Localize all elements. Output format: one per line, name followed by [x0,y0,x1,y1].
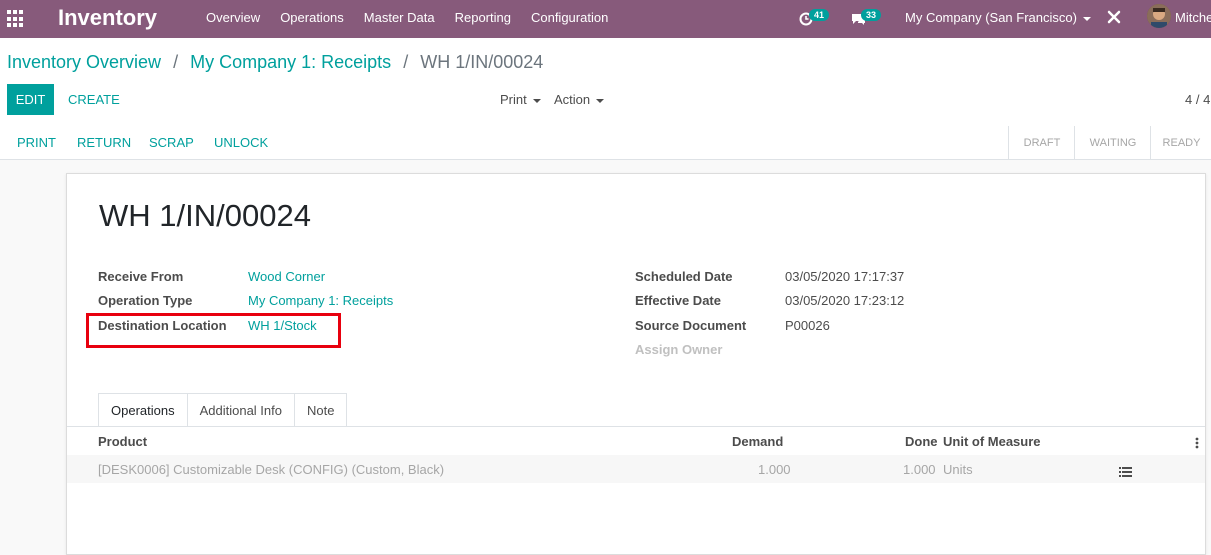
messages-chat-icon[interactable]: 33 [849,9,882,28]
company-name: My Company (San Francisco) [905,10,1077,25]
breadcrumb: Inventory Overview / My Company 1: Recei… [7,52,543,73]
tab-operations[interactable]: Operations [98,393,188,427]
company-switcher[interactable]: My Company (San Francisco) [905,10,1091,25]
unlock-button[interactable]: UNLOCK [214,135,268,150]
return-button[interactable]: RETURN [77,135,131,150]
field-label-source-document: Source Document [635,318,747,333]
activity-count-badge: 41 [809,9,830,21]
caret-down-icon [532,98,541,103]
caret-down-icon [596,98,605,103]
record-title: WH 1/IN/00024 [99,198,311,233]
field-receive-from[interactable]: Wood Corner [248,269,325,284]
top-navbar: Inventory Overview Operations Master Dat… [0,0,1211,38]
activity-clock-icon[interactable]: 41 [797,9,830,28]
cell-done: 1.000 [903,462,936,477]
action-dropdown[interactable]: Action [554,92,605,107]
menu-overview[interactable]: Overview [206,10,260,25]
cell-product: [DESK0006] Customizable Desk (CONFIG) (C… [98,462,445,477]
create-button[interactable]: CREATE [60,84,128,115]
print-button[interactable]: PRINT [17,135,56,150]
field-label-effective-date: Effective Date [635,293,721,308]
field-operation-type[interactable]: My Company 1: Receipts [248,293,393,308]
user-name[interactable]: Mitchell Admin [1175,10,1211,25]
menu-reporting[interactable]: Reporting [455,10,511,25]
cell-uom: Units [943,462,973,477]
tab-note[interactable]: Note [294,393,348,426]
column-demand[interactable]: Demand [732,434,783,449]
column-done[interactable]: Done [905,434,938,449]
table-header: Product Demand Done Unit of Measure [67,427,1205,455]
menu-configuration[interactable]: Configuration [531,10,608,25]
stage-waiting[interactable]: WAITING [1074,126,1151,159]
breadcrumb-separator: / [173,52,179,72]
field-effective-date: 03/05/2020 17:23:12 [785,293,905,308]
app-title[interactable]: Inventory [58,5,157,31]
breadcrumb-inventory-overview[interactable]: Inventory Overview [7,52,161,72]
debug-tools-icon[interactable] [1106,9,1122,25]
pager-value[interactable]: 4 / 4 [1185,92,1210,107]
print-label: Print [500,92,527,107]
user-avatar[interactable] [1147,4,1171,28]
scrap-button[interactable]: SCRAP [149,135,194,150]
menu-operations[interactable]: Operations [280,10,344,25]
stage-draft[interactable]: DRAFT [1008,126,1075,159]
table-row[interactable]: [DESK0006] Customizable Desk (CONFIG) (C… [67,455,1205,483]
cell-demand: 1.000 [758,462,791,477]
messages-count-badge: 33 [861,9,882,21]
breadcrumb-separator: / [403,52,409,72]
main-menu: Overview Operations Master Data Reportin… [206,10,628,25]
breadcrumb-current: WH 1/IN/00024 [420,52,544,72]
systray: 41 33 [797,6,882,32]
notebook-tabs: Operations Additional Info Note [98,393,348,427]
column-product[interactable]: Product [98,434,147,449]
apps-grid-icon[interactable] [7,10,25,28]
caret-down-icon [1082,16,1091,21]
control-panel: Inventory Overview / My Company 1: Recei… [0,38,1211,127]
field-source-document: P00026 [785,318,830,333]
stage-ready-label: READY [1162,136,1201,149]
highlight-box [86,313,341,348]
menu-master-data[interactable]: Master Data [364,10,435,25]
field-label-assign-owner[interactable]: Assign Owner [635,342,722,357]
optional-columns-kebab-icon[interactable] [1195,436,1199,449]
edit-button[interactable]: EDIT [7,84,54,115]
breadcrumb-receipts[interactable]: My Company 1: Receipts [190,52,391,72]
action-label: Action [554,92,591,107]
form-sheet: WH 1/IN/00024 Receive From Wood Corner O… [66,173,1206,555]
field-scheduled-date: 03/05/2020 17:17:37 [785,269,905,284]
form-statusbar: PRINT RETURN SCRAP UNLOCK DRAFT WAITING … [0,126,1211,160]
column-unit-of-measure[interactable]: Unit of Measure [943,434,1041,449]
stage-ready[interactable]: READY [1150,126,1211,159]
detailed-operations-list-icon[interactable] [1119,464,1132,477]
field-label-operation-type: Operation Type [98,293,193,308]
field-label-receive-from: Receive From [98,269,184,284]
tab-additional-info[interactable]: Additional Info [186,393,295,426]
field-label-scheduled-date: Scheduled Date [635,269,733,284]
stage-waiting-label: WAITING [1089,136,1137,149]
print-dropdown[interactable]: Print [500,92,541,107]
stage-draft-label: DRAFT [1023,136,1061,149]
